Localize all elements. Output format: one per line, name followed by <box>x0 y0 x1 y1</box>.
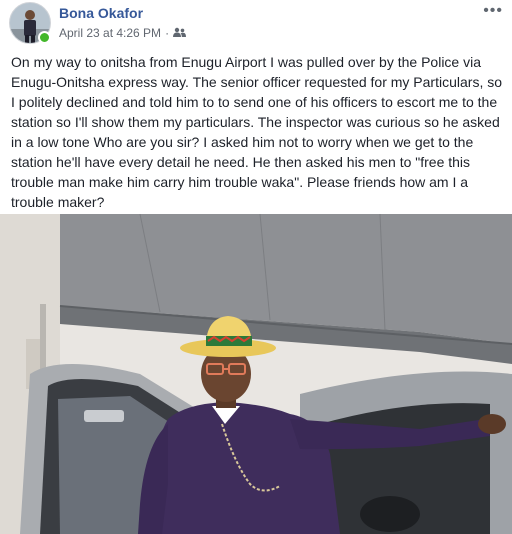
post-header: Bona Okafor April 23 at 4:26 PM · ••• <box>0 0 512 48</box>
author-name-link[interactable]: Bona Okafor <box>59 5 143 21</box>
author-avatar[interactable] <box>9 2 51 44</box>
friends-icon[interactable] <box>173 26 187 40</box>
post-meta: April 23 at 4:26 PM · <box>59 26 187 40</box>
post-body-text: On my way to onitsha from Enugu Airport … <box>11 54 503 210</box>
meta-separator: · <box>165 26 170 40</box>
post-options-button[interactable]: ••• <box>483 2 503 20</box>
post-photo[interactable] <box>0 214 512 534</box>
online-status-indicator <box>38 31 51 44</box>
post-timestamp[interactable]: April 23 at 4:26 PM <box>59 26 161 40</box>
